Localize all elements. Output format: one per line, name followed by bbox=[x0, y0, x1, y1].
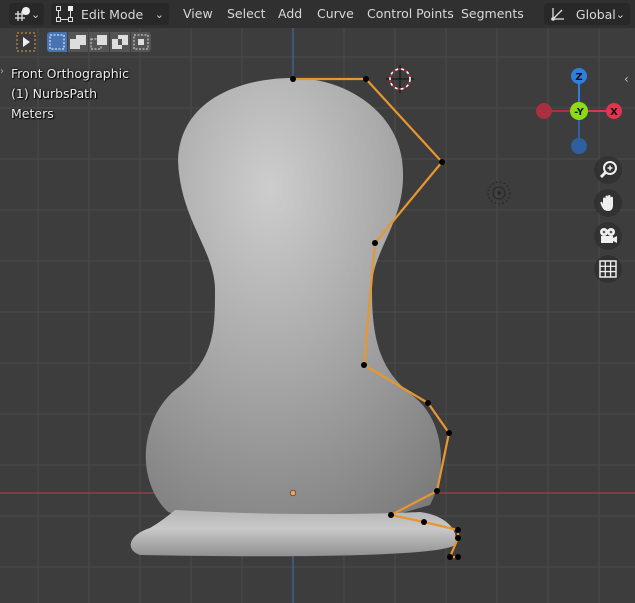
menu-segments[interactable]: Segments bbox=[461, 5, 524, 23]
grid-icon bbox=[599, 260, 617, 278]
selection-mode-extend[interactable] bbox=[68, 32, 88, 52]
control-point[interactable] bbox=[363, 76, 369, 82]
chevron-down-icon: ⌄ bbox=[154, 7, 164, 21]
hand-icon bbox=[600, 195, 613, 211]
control-point[interactable] bbox=[372, 240, 378, 246]
3d-cursor[interactable] bbox=[386, 65, 414, 93]
select-subtract-icon bbox=[90, 35, 107, 50]
view-name: Front Orthographic bbox=[11, 66, 129, 81]
control-point[interactable] bbox=[425, 400, 431, 406]
units-label: Meters bbox=[11, 106, 54, 121]
orientation-axes-icon bbox=[551, 8, 564, 21]
gizmo-x-negative[interactable] bbox=[536, 103, 552, 119]
transform-orientation-selector[interactable]: Global ⌄ bbox=[544, 3, 630, 25]
select-extend-icon bbox=[70, 35, 86, 49]
viewport-header: ⌄ Edit Mode ⌄ View Select Add Curve Cont… bbox=[0, 0, 635, 28]
gizmo-z-negative[interactable] bbox=[571, 138, 587, 154]
toggle-ortho-button[interactable] bbox=[594, 255, 622, 283]
light-object-icon[interactable] bbox=[487, 181, 511, 205]
control-point[interactable] bbox=[455, 535, 461, 541]
chevron-down-icon: ⌄ bbox=[31, 7, 41, 21]
navigation-gizmo[interactable]: Z X -Y bbox=[536, 68, 622, 154]
zoom-icon bbox=[599, 161, 617, 179]
camera-view-button[interactable] bbox=[594, 222, 622, 250]
select-new-icon bbox=[49, 34, 65, 50]
object-origin[interactable] bbox=[289, 489, 297, 497]
selection-mode-subtract[interactable] bbox=[89, 32, 109, 52]
active-tool-button[interactable] bbox=[16, 31, 36, 55]
gizmo-y-label: -Y bbox=[574, 107, 584, 118]
mode-selector[interactable]: Edit Mode ⌄ bbox=[51, 3, 169, 25]
mesh-object[interactable] bbox=[130, 78, 456, 557]
menu-curve[interactable]: Curve bbox=[317, 5, 354, 23]
editor-type-button[interactable]: ⌄ bbox=[9, 3, 44, 25]
gizmo-x-label: X bbox=[610, 107, 618, 118]
3d-viewport[interactable]: Z X -Y ⌄ Edit Mode ⌄ View Select Add Cur… bbox=[0, 0, 635, 603]
orientation-label: Global bbox=[575, 6, 616, 22]
menu-select[interactable]: Select bbox=[227, 5, 266, 23]
toolbar-expand-icon[interactable]: › bbox=[0, 66, 4, 77]
curve-edit-icon bbox=[56, 6, 73, 22]
selection-mode-set[interactable] bbox=[47, 32, 67, 52]
control-point[interactable] bbox=[290, 76, 296, 82]
selection-mode-intersect[interactable] bbox=[131, 32, 151, 52]
menu-add[interactable]: Add bbox=[278, 5, 302, 23]
select-cursor-icon bbox=[16, 32, 36, 52]
select-intersect-icon bbox=[133, 34, 149, 50]
chevron-down-icon: ⌄ bbox=[615, 7, 625, 21]
control-point[interactable] bbox=[439, 159, 445, 165]
mesh-base bbox=[130, 510, 456, 557]
zoom-button[interactable] bbox=[594, 156, 622, 184]
gizmo-z-label: Z bbox=[575, 72, 582, 83]
menu-view[interactable]: View bbox=[183, 5, 213, 23]
menu-control-points[interactable]: Control Points bbox=[367, 5, 454, 23]
sidebar-expand-icon[interactable]: ‹ bbox=[624, 72, 629, 86]
control-point[interactable] bbox=[361, 362, 367, 368]
camera-icon bbox=[600, 228, 617, 243]
control-point[interactable] bbox=[447, 554, 453, 560]
control-point[interactable] bbox=[455, 527, 461, 533]
select-invert-icon bbox=[112, 35, 128, 49]
control-point[interactable] bbox=[446, 430, 452, 436]
object-axes-icon bbox=[15, 7, 30, 21]
control-point[interactable] bbox=[434, 488, 440, 494]
control-point[interactable] bbox=[455, 554, 461, 560]
mesh-body bbox=[145, 78, 441, 519]
mode-label: Edit Mode bbox=[81, 6, 144, 22]
selection-mode-invert[interactable] bbox=[110, 32, 130, 52]
object-name: (1) NurbsPath bbox=[11, 86, 97, 101]
control-point[interactable] bbox=[421, 519, 427, 525]
control-point[interactable] bbox=[388, 512, 394, 518]
pan-button[interactable] bbox=[594, 189, 622, 217]
